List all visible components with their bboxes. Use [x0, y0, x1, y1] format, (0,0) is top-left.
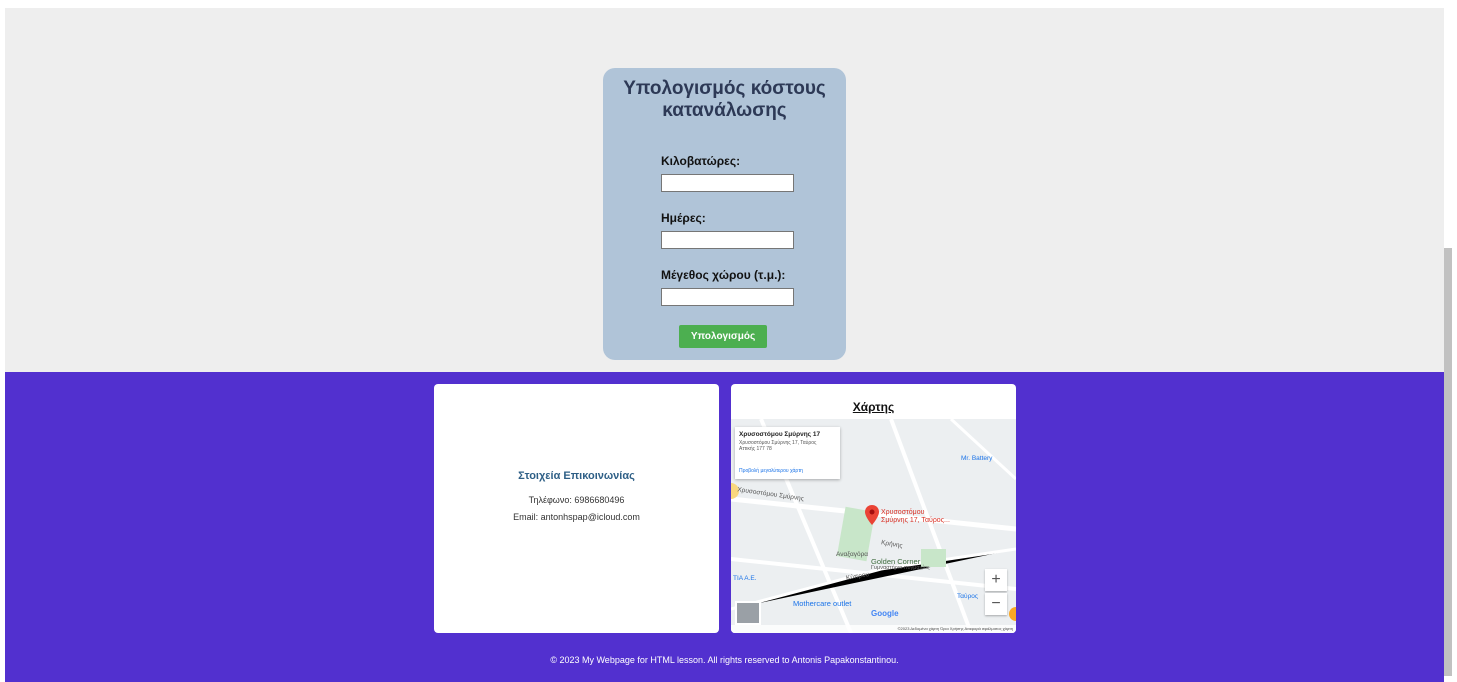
- map-place-ae: ΤΙΑ Α.Ε.: [733, 575, 757, 582]
- calculate-button[interactable]: Υπολογισμός: [679, 325, 767, 348]
- days-label: Ημέρες:: [661, 211, 706, 225]
- map-info-address-2: Αττικής 177 78: [739, 446, 772, 452]
- scrollbar-thumb[interactable]: [1444, 248, 1452, 676]
- map-info-window: Χρυσοστόμου Σμύρνης 17 Χρυσοστόμου Σμύρν…: [735, 427, 840, 479]
- map-card: Χάρτης Χρυσοστόμου Σμύρνης 17 Χρυσοστόμο…: [731, 384, 1016, 633]
- map-info-title: Χρυσοστόμου Σμύρνης 17: [739, 431, 821, 438]
- calculator-title: Υπολογισμός κόστους κατανάλωσης: [623, 78, 826, 121]
- kwh-label: Κιλοβατώρες:: [661, 154, 741, 168]
- map-place-mothercare: Mothercare outlet: [793, 599, 852, 608]
- view-larger-map-link[interactable]: Προβολή μεγαλύτερου χάρτη: [739, 468, 803, 474]
- google-logo: Google: [871, 609, 899, 618]
- kwh-input[interactable]: [661, 174, 794, 192]
- zoom-in-button[interactable]: +: [985, 569, 1007, 591]
- contact-phone: Τηλέφωνο: 6986680496: [528, 495, 625, 505]
- area-size-input[interactable]: [661, 288, 794, 306]
- contact-title: Στοιχεία Επικοινωνίας: [518, 470, 635, 482]
- map-place-gym: Γυμναστήριο πυγμαχίας: [871, 565, 930, 571]
- map-embed[interactable]: Χρυσοστόμου Σμύρνης 17 Χρυσοστόμου Σμύρν…: [731, 419, 1016, 633]
- zoom-out-button[interactable]: −: [985, 593, 1007, 615]
- map-pin-label-2: Σμύρνης 17, Ταύρος...: [881, 517, 950, 524]
- map-pin-icon: [865, 505, 879, 525]
- map-place-tavros: Ταύρος: [957, 593, 979, 600]
- calculator-card: Υπολογισμός κόστους κατανάλωσης Κιλοβατώ…: [603, 68, 846, 360]
- map-attribution[interactable]: ©2023 Δεδομένα χάρτη Όροι Χρήσης Αναφορά…: [731, 625, 1016, 633]
- map-street-3: Αναξαγόρα: [836, 551, 869, 558]
- footer: Στοιχεία Επικοινωνίας Τηλέφωνο: 69866804…: [5, 372, 1444, 682]
- map-title: Χάρτης: [852, 400, 895, 414]
- contact-email: Email: antonhspap@icloud.com: [513, 512, 640, 522]
- contact-card: Στοιχεία Επικοινωνίας Τηλέφωνο: 69866804…: [434, 384, 719, 633]
- street-view-thumbnail[interactable]: [735, 601, 761, 625]
- area-size-label: Μέγεθος χώρου (τ.μ.):: [661, 268, 786, 282]
- copyright-text: © 2023 My Webpage for HTML lesson. All r…: [550, 655, 899, 665]
- days-input[interactable]: [661, 231, 794, 249]
- map-pin-label-1: Χρυσοστόμου: [881, 509, 925, 516]
- map-place-battery: Mr. Battery: [961, 455, 993, 462]
